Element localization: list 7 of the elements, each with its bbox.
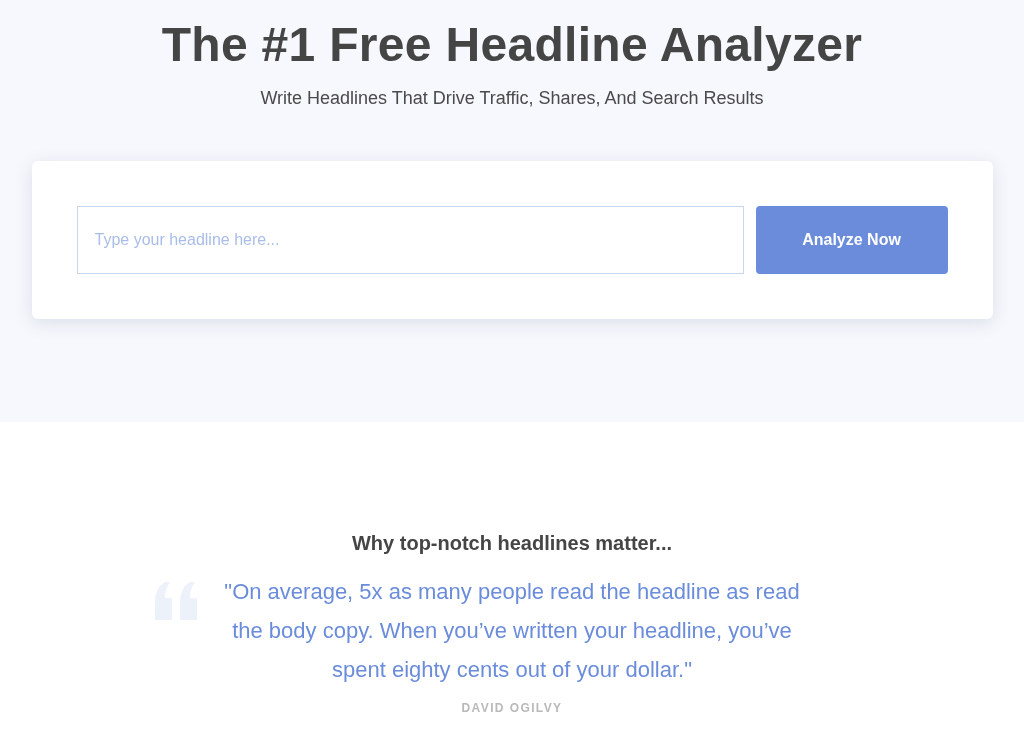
page-title: The #1 Free Headline Analyzer bbox=[161, 17, 863, 73]
quote-author: DAVID OGILVY bbox=[461, 701, 563, 715]
quote-text: "On average, 5x as many people read the headline as read the body copy. When you’ve written your headline, you’ve spent eighty cents out of your dollar." bbox=[223, 578, 801, 684]
page-subtitle: Write Headlines That Drive Traffic, Shares, And Search Results bbox=[260, 87, 764, 110]
analyze-now-button[interactable]: Analyze Now bbox=[755, 206, 948, 274]
headline-input-field[interactable]: Type your headline here... bbox=[76, 206, 744, 274]
section-heading: Why top-notch headlines matter... bbox=[352, 531, 672, 556]
